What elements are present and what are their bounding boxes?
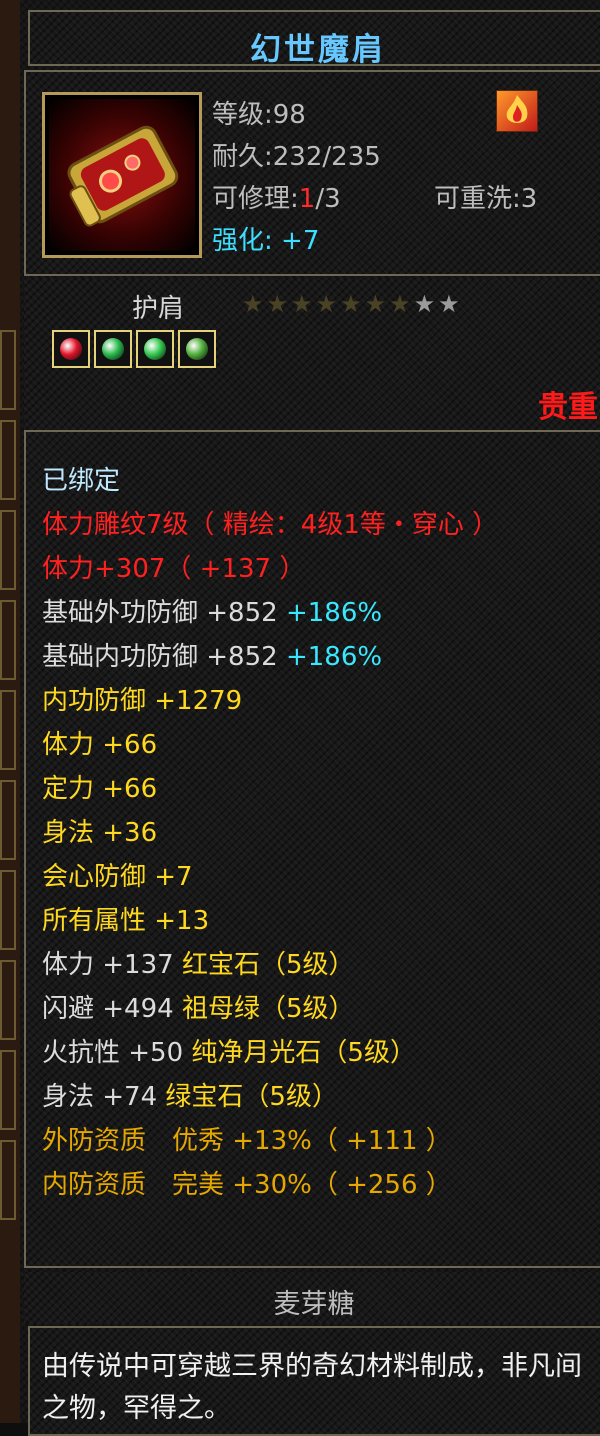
gem-slot[interactable]: [136, 330, 174, 368]
gem-slot[interactable]: [94, 330, 132, 368]
attr-outer-def-base: 基础外功防御 +852 +186%: [42, 598, 383, 628]
attr-stamina-main: 体力+307（ +137 ）: [42, 554, 306, 584]
attr-agility: 身法 +36: [42, 818, 158, 848]
attr-gem4: 身法 +74 绿宝石（5级）: [42, 1082, 338, 1112]
attr-outer-quality: 外防资质 优秀 +13%（ +111 ）: [42, 1126, 452, 1156]
shoulder-armor-icon: [67, 125, 179, 227]
item-quality-panel: 护肩 ★★★★★★★★★ 贵重: [24, 278, 600, 430]
star-icon: ★: [413, 290, 439, 318]
material-name: 麦芽糖: [273, 1289, 355, 1320]
star-icon: ★: [242, 290, 267, 318]
side-slot[interactable]: [0, 1140, 16, 1220]
attr-crit-def: 会心防御 +7: [42, 862, 193, 892]
star-icon: ★: [291, 290, 316, 318]
attr-gem2: 闪避 +494 祖母绿（5级）: [42, 994, 355, 1024]
star-icon: ★: [315, 290, 341, 318]
attr-gem1: 体力 +137 红宝石（5级）: [42, 950, 355, 980]
material-description: 由传说中可穿越三界的奇幻材料制成，非凡间之物，罕得之。: [42, 1351, 582, 1424]
side-slot[interactable]: [0, 960, 16, 1040]
item-header-panel: 等级:98 耐久:232/235 可修理:1/3 可重洗:3 强化: +7: [24, 70, 600, 276]
side-slot[interactable]: [0, 870, 16, 950]
emerald-gem-icon: [186, 338, 208, 360]
star-icon: ★: [438, 290, 463, 318]
attr-inner-def-base: 基础内功防御 +852 +186%: [42, 642, 383, 672]
star-icon: ★: [340, 290, 365, 318]
star-icon: ★: [364, 290, 390, 318]
gem-slot[interactable]: [52, 330, 90, 368]
repair-line: 可修理:1/3: [212, 184, 341, 214]
gem-slot[interactable]: [178, 330, 216, 368]
item-icon[interactable]: [42, 92, 202, 258]
side-slot[interactable]: [0, 600, 16, 680]
attr-inner-quality: 内防资质 完美 +30%（ +256 ）: [42, 1170, 452, 1200]
side-slot[interactable]: [0, 420, 16, 500]
title-bar: 幻世魔肩: [28, 10, 600, 68]
bound-status: 已绑定: [42, 466, 121, 496]
item-tooltip: 幻世魔肩 等级:98 耐久:232/235 可修理:1/3 可重洗:3 强化: …: [20, 0, 600, 1436]
item-type-label: 护肩: [132, 294, 185, 324]
side-slot[interactable]: [0, 510, 16, 590]
rarity-label: 贵重: [538, 390, 598, 425]
emerald-gem-icon: [144, 338, 166, 360]
enhance-line: 强化: +7: [212, 226, 320, 256]
flame-badge-icon: [496, 90, 538, 132]
durability-line: 耐久:232/235: [212, 142, 381, 172]
rewash-line: 可重洗:3: [434, 184, 538, 214]
side-slot[interactable]: [0, 690, 16, 770]
gem-slots: [52, 330, 220, 372]
inventory-side-strip[interactable]: [0, 0, 20, 1423]
attr-all: 所有属性 +13: [42, 906, 210, 936]
item-name-title: 幻世魔肩: [250, 32, 386, 68]
emerald-gem-icon: [102, 338, 124, 360]
material-description-panel: 由传说中可穿越三界的奇幻材料制成，非凡间之物，罕得之。: [28, 1326, 600, 1436]
star-rating: ★★★★★★★★★: [242, 290, 463, 318]
attr-stamina: 体力 +66: [42, 730, 158, 760]
attr-inner-def: 内功防御 +1279: [42, 686, 243, 716]
star-icon: ★: [266, 290, 292, 318]
attr-gem3: 火抗性 +50 纯净月光石（5级）: [42, 1038, 416, 1068]
material-name-bar: 麦芽糖: [24, 1272, 600, 1324]
attr-focus: 定力 +66: [42, 774, 158, 804]
attr-engrave: 体力雕纹7级（ 精绘：4级1等・穿心 ）: [42, 510, 499, 540]
star-icon: ★: [389, 290, 414, 318]
side-slot[interactable]: [0, 330, 16, 410]
attributes-panel: 已绑定 体力雕纹7级（ 精绘：4级1等・穿心 ） 体力+307（ +137 ） …: [24, 430, 600, 1268]
level-line: 等级:98: [212, 100, 306, 130]
ruby-gem-icon: [60, 338, 82, 360]
side-slot[interactable]: [0, 780, 16, 860]
side-slot[interactable]: [0, 1050, 16, 1130]
